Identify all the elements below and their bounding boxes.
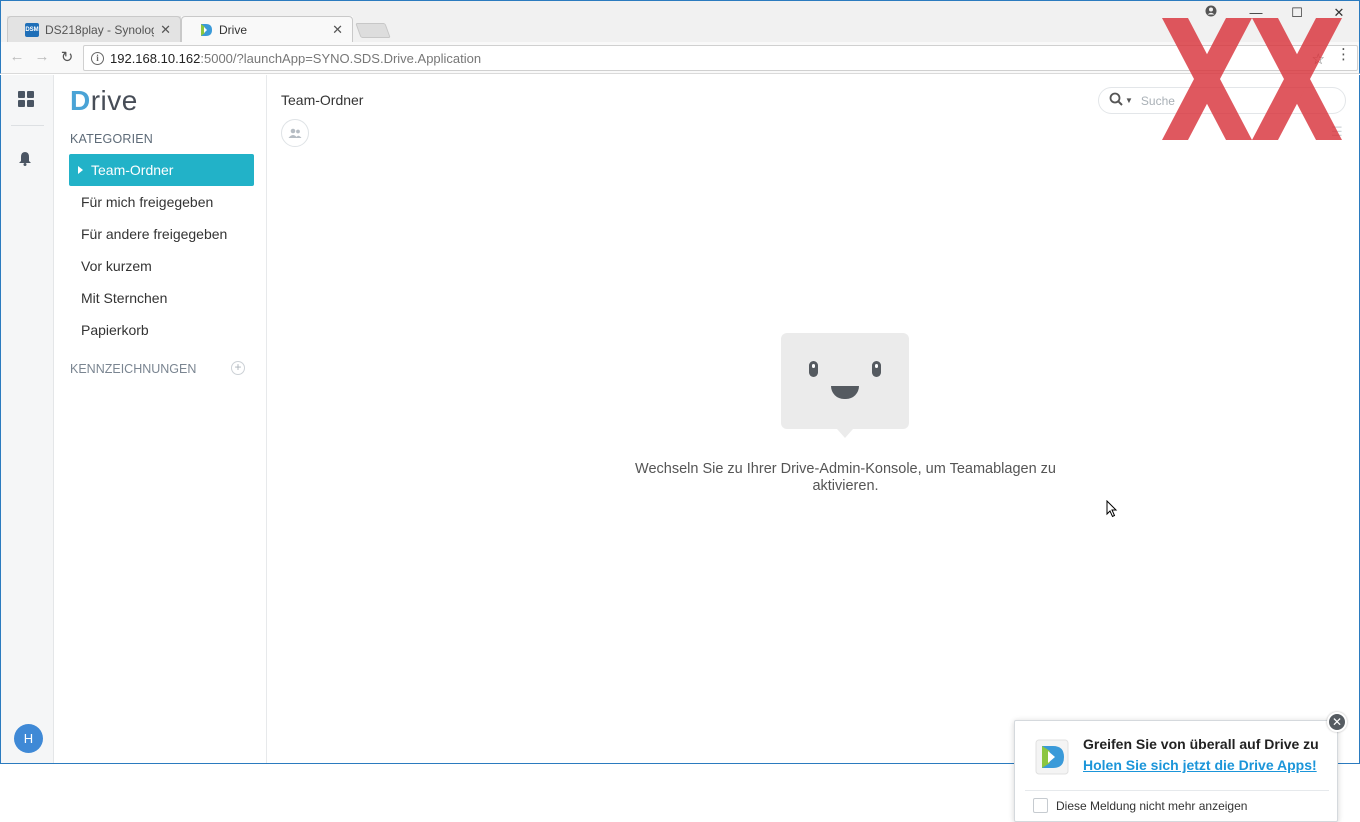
- url-host: 192.168.10.162: [110, 50, 201, 66]
- browser-tab-strip: DSM DS218play - Synology Di ✕ Drive ✕ — …: [0, 0, 1360, 44]
- profile-icon[interactable]: [1201, 5, 1221, 20]
- list-view-icon[interactable]: ☰: [1331, 124, 1345, 140]
- add-label-icon[interactable]: +: [231, 361, 245, 375]
- sidebar-item-team-folder[interactable]: Team-Ordner: [69, 154, 254, 186]
- logo-initial: D: [70, 85, 91, 116]
- sidebar-item-recent[interactable]: Vor kurzem: [69, 250, 254, 282]
- browser-menu-icon[interactable]: ⋮: [1336, 45, 1351, 63]
- tab-title: Drive: [219, 23, 248, 37]
- get-drive-apps-link[interactable]: Holen Sie sich jetzt die Drive Apps!: [1083, 757, 1317, 773]
- notification-divider: [1025, 790, 1329, 791]
- labels-heading: KENNZEICHNUNGEN: [70, 362, 197, 376]
- illustration-mouth: [831, 386, 859, 399]
- drive-apps-notification: Greifen Sie von überall auf Drive zu Hol…: [1014, 712, 1347, 822]
- illustration-eye: [809, 361, 818, 377]
- close-tab-icon[interactable]: ✕: [160, 22, 171, 38]
- dsm-favicon-icon: DSM: [25, 23, 39, 37]
- page-title: Team-Ordner: [281, 92, 364, 108]
- sidebar-item-starred[interactable]: Mit Sternchen: [69, 282, 254, 314]
- category-list: Team-Ordner Für mich freigegeben Für and…: [69, 154, 254, 346]
- forward-arrow-icon[interactable]: →: [32, 48, 52, 65]
- main-content: Team-Ordner ▼ Suche ☰ Wechseln Sie zu Ih…: [268, 75, 1359, 763]
- mouse-cursor-icon: [1106, 500, 1118, 518]
- browser-tab-drive[interactable]: Drive ✕: [181, 16, 353, 44]
- maximize-icon[interactable]: ☐: [1287, 5, 1307, 21]
- browser-tab-dsm[interactable]: DSM DS218play - Synology Di ✕: [7, 16, 181, 44]
- browser-toolbar: ← → ↻ i 192.168.10.162:5000/?launchApp=S…: [0, 42, 1360, 74]
- drive-app-logo-icon: [1035, 739, 1069, 775]
- dsm-rail: H: [1, 75, 54, 763]
- search-placeholder: Suche: [1140, 93, 1175, 108]
- notification-title: Greifen Sie von überall auf Drive zu: [1083, 736, 1319, 752]
- user-avatar[interactable]: H: [14, 724, 43, 753]
- search-field[interactable]: ▼ Suche: [1098, 87, 1346, 114]
- close-notification-icon[interactable]: ✕: [1327, 712, 1347, 732]
- info-icon[interactable]: i: [91, 51, 104, 65]
- back-arrow-icon[interactable]: ←: [7, 48, 27, 65]
- drive-favicon-icon: [201, 24, 212, 36]
- drive-logo: Drive: [70, 85, 138, 117]
- window-close-icon[interactable]: ✕: [1329, 5, 1349, 21]
- address-bar[interactable]: i 192.168.10.162:5000/?launchApp=SYNO.SD…: [83, 45, 1358, 71]
- bookmark-star-icon[interactable]: ☆: [1312, 50, 1325, 68]
- notification-bell-icon[interactable]: [18, 151, 32, 170]
- dont-show-again-checkbox[interactable]: [1033, 798, 1048, 813]
- illustration-eye: [872, 361, 881, 377]
- members-button[interactable]: [281, 119, 309, 147]
- close-tab-icon[interactable]: ✕: [332, 22, 343, 38]
- chevron-down-icon[interactable]: ▼: [1125, 96, 1133, 105]
- sidebar: Drive KATEGORIEN Team-Ordner Für mich fr…: [55, 75, 267, 763]
- search-icon[interactable]: [1109, 92, 1123, 109]
- drive-app: H Drive KATEGORIEN Team-Ordner Für mich …: [0, 75, 1360, 822]
- categories-heading: KATEGORIEN: [70, 132, 154, 146]
- sidebar-item-trash[interactable]: Papierkorb: [69, 314, 254, 346]
- empty-state-message: Wechseln Sie zu Ihrer Drive-Admin-Konsol…: [635, 461, 1056, 494]
- rail-divider: [11, 125, 44, 126]
- tab-title: DS218play - Synology Di: [45, 23, 154, 37]
- sidebar-item-shared-with-me[interactable]: Für mich freigegeben: [69, 186, 254, 218]
- people-icon: [288, 128, 302, 138]
- reload-icon[interactable]: ↻: [57, 48, 77, 66]
- url-path: :5000/?launchApp=SYNO.SDS.Drive.Applicat…: [200, 50, 482, 66]
- main-menu-grid-icon[interactable]: [18, 91, 34, 107]
- minimize-icon[interactable]: —: [1246, 5, 1266, 20]
- dont-show-again-label[interactable]: Diese Meldung nicht mehr anzeigen: [1056, 799, 1247, 813]
- logo-text: rive: [90, 85, 138, 116]
- empty-state-illustration: [781, 333, 909, 438]
- new-tab-button[interactable]: [355, 23, 391, 38]
- sidebar-item-shared-with-others[interactable]: Für andere freigegeben: [69, 218, 254, 250]
